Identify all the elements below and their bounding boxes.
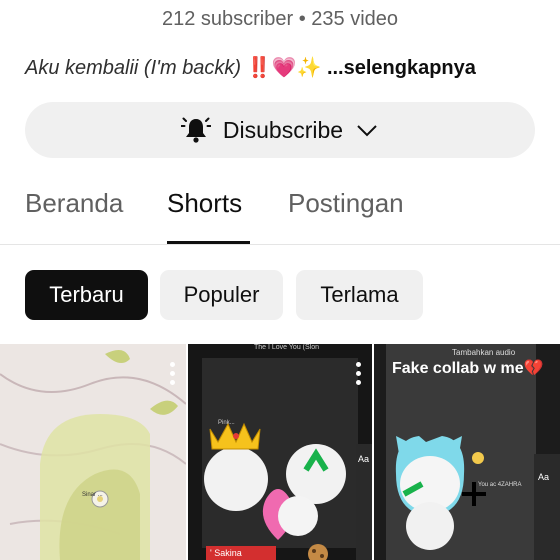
- description-text: Aku kembalii (I'm backk): [25, 57, 242, 79]
- short-thumbnail[interactable]: The I Love You (Slon Pink... ' Sakina Aa: [188, 344, 372, 560]
- short-overlay-text: ' Sakina: [210, 548, 242, 558]
- bell-ringing-icon: [180, 115, 211, 145]
- channel-stats: 212 subscriber • 235 video: [161, 8, 399, 30]
- channel-description[interactable]: Aku kembalii (I'm backk) ‼️💗✨ ...selengk…: [25, 55, 550, 80]
- short-overlay-text: Sinar ...: [82, 492, 103, 498]
- chip-populer[interactable]: Populer: [160, 270, 283, 320]
- short-overlay-text: Pink...: [218, 420, 235, 426]
- subscribe-label: Disubscribe: [222, 116, 344, 143]
- short-thumbnail-image: [0, 344, 186, 560]
- text-tool-icon: Aa: [538, 472, 550, 482]
- short-overlay-text: Tambahkan audio: [452, 348, 516, 357]
- short-thumbnail-image: [188, 344, 372, 560]
- short-overlay-text: The I Love You (Slon: [254, 344, 319, 351]
- tab-shorts[interactable]: Shorts: [167, 188, 242, 219]
- chip-terbaru[interactable]: Terbaru: [25, 270, 148, 320]
- active-tab-indicator: [167, 241, 250, 244]
- subscribed-button[interactable]: Disubscribe: [25, 102, 535, 158]
- text-tool-icon: Aa: [358, 454, 370, 464]
- more-vert-icon[interactable]: [356, 362, 362, 389]
- description-emojis: ‼️💗✨: [246, 57, 322, 79]
- short-thumbnail[interactable]: Tambahkan audio Fake collab w me💔 You ac…: [374, 344, 560, 560]
- channel-tabs: Beranda Shorts Postingan: [0, 188, 560, 245]
- short-thumbnail[interactable]: Sinar ...: [0, 344, 186, 560]
- tab-postingan[interactable]: Postingan: [288, 188, 404, 219]
- chevron-down-icon: [355, 118, 379, 142]
- chip-terlama[interactable]: Terlama: [296, 270, 423, 320]
- tab-beranda[interactable]: Beranda: [25, 188, 123, 219]
- more-vert-icon[interactable]: [170, 362, 176, 389]
- short-overlay-text: You ac 4ZAHRA: [478, 482, 522, 488]
- short-title: Fake collab w me💔: [392, 360, 544, 377]
- more-link[interactable]: ...selengkapnya: [327, 57, 476, 79]
